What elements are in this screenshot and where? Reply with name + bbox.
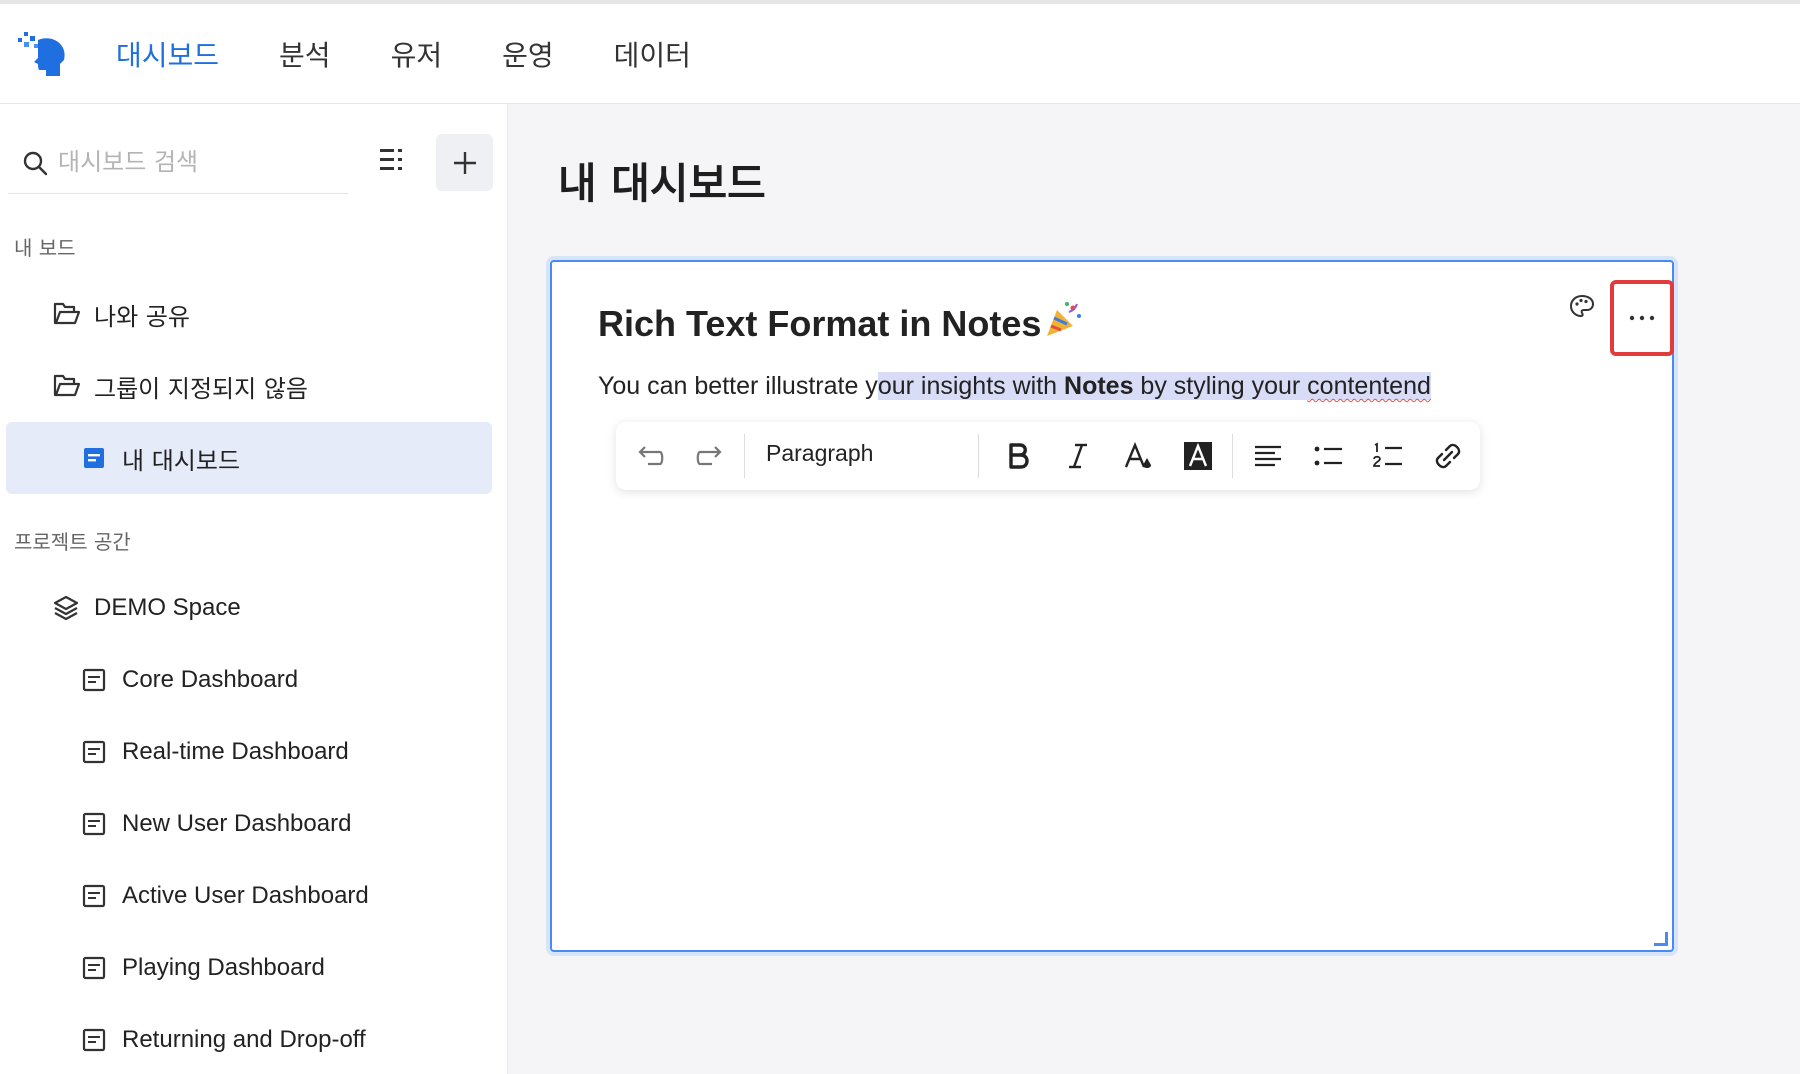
document-icon — [82, 1028, 106, 1052]
sidebar-item-label: 나와 공유 — [94, 302, 190, 331]
sidebar: 내 보드 나와 공유 그룹이 지정되지 않음 내 대시보드 프로젝트 공간 DE… — [0, 104, 508, 1074]
sidebar-item-label: Returning and Drop-off — [122, 1026, 366, 1053]
party-popper-icon — [1047, 302, 1082, 336]
section-project-space: 프로젝트 공간 — [14, 530, 131, 554]
redo-icon — [696, 446, 722, 466]
nav-item-analysis[interactable]: 분석 — [279, 34, 331, 74]
dashboard-search — [8, 130, 348, 194]
more-icon — [1629, 315, 1655, 321]
sidebar-item-realtime-dashboard[interactable]: Real-time Dashboard — [80, 716, 349, 788]
document-icon — [82, 812, 106, 836]
document-icon — [82, 884, 106, 908]
link-icon — [1435, 443, 1461, 469]
bold-button[interactable] — [998, 436, 1038, 476]
dashboard-icon — [84, 448, 104, 468]
sidebar-item-new-user-dashboard[interactable]: New User Dashboard — [80, 788, 351, 860]
layers-icon — [53, 595, 79, 621]
add-dashboard-button[interactable] — [436, 134, 493, 191]
sidebar-item-core-dashboard[interactable]: Core Dashboard — [80, 644, 298, 716]
note-card[interactable]: Rich Text Format in Notes You can better… — [550, 260, 1674, 952]
italic-button[interactable] — [1058, 436, 1098, 476]
list-view-icon[interactable] — [372, 140, 412, 180]
undo-button[interactable] — [630, 436, 670, 476]
italic-icon — [1069, 443, 1087, 469]
nav-item-dashboard[interactable]: 대시보드 — [116, 34, 219, 74]
toolbar-divider — [978, 434, 979, 478]
toolbar-divider — [744, 434, 745, 478]
note-text-bold: Notes — [1064, 372, 1134, 400]
sidebar-item-active-user-dashboard[interactable]: Active User Dashboard — [80, 860, 369, 932]
note-text-selected: our insights with Notes by styling your … — [877, 372, 1431, 400]
palette-icon — [1569, 294, 1595, 318]
palette-button[interactable] — [1560, 284, 1604, 328]
bullet-list-button[interactable] — [1308, 436, 1348, 476]
sidebar-item-ungrouped[interactable]: 그룹이 지정되지 않음 — [52, 350, 308, 422]
block-style-select[interactable]: Paragraph — [766, 440, 873, 467]
page-title: 내 대시보드 — [558, 159, 766, 208]
text-color-icon — [1124, 441, 1151, 468]
document-icon — [82, 956, 106, 980]
bullet-list-icon — [1314, 446, 1342, 466]
sidebar-item-label: 내 대시보드 — [122, 446, 241, 475]
sidebar-item-label: Real-time Dashboard — [122, 738, 349, 765]
note-text-plain: You can better illustrate y — [598, 372, 878, 400]
sidebar-item-demo-space[interactable]: DEMO Space — [52, 572, 241, 644]
numbered-list-button[interactable] — [1368, 436, 1408, 476]
note-title[interactable]: Rich Text Format in Notes — [598, 300, 1083, 345]
document-icon — [82, 740, 106, 764]
search-icon — [23, 151, 48, 176]
redo-button[interactable] — [690, 436, 730, 476]
link-button[interactable] — [1428, 436, 1468, 476]
nav-item-operations[interactable]: 운영 — [502, 34, 554, 74]
note-text-selected-1: our insights with — [877, 372, 1065, 400]
sidebar-item-label: New User Dashboard — [122, 810, 352, 837]
plus-icon — [453, 151, 476, 174]
section-my-boards: 내 보드 — [14, 236, 76, 260]
sidebar-item-playing-dashboard[interactable]: Playing Dashboard — [80, 932, 325, 1004]
numbered-list-icon — [1373, 442, 1402, 467]
rich-text-toolbar: Paragraph — [616, 422, 1480, 490]
sidebar-item-label: Core Dashboard — [122, 666, 299, 693]
highlight-button[interactable] — [1178, 436, 1218, 476]
sidebar-item-shared-with-me[interactable]: 나와 공유 — [52, 278, 190, 350]
sidebar-item-returning-dropoff[interactable]: Returning and Drop-off — [80, 1004, 366, 1074]
note-title-text: Rich Text Format in Notes — [598, 303, 1042, 344]
note-text-selected-2: by styling your — [1133, 372, 1308, 400]
main-nav: 대시보드 분석 유저 운영 데이터 — [116, 4, 751, 104]
highlight-icon — [1184, 442, 1212, 470]
align-left-icon — [1255, 445, 1281, 467]
folder-icon — [53, 302, 80, 325]
top-bar: 대시보드 분석 유저 운영 데이터 — [0, 0, 1800, 104]
align-button[interactable] — [1248, 436, 1288, 476]
text-color-button[interactable] — [1118, 436, 1158, 476]
undo-icon — [638, 446, 664, 466]
resize-handle[interactable] — [1654, 932, 1668, 946]
document-icon — [82, 668, 106, 692]
sidebar-item-my-dashboard[interactable]: 내 대시보드 — [6, 422, 492, 494]
more-options-button[interactable] — [1610, 280, 1674, 356]
nav-item-users[interactable]: 유저 — [391, 34, 443, 74]
logo-icon[interactable] — [18, 30, 70, 82]
sidebar-item-label: DEMO Space — [94, 594, 241, 621]
bold-icon — [1009, 443, 1029, 469]
search-input[interactable] — [58, 142, 338, 182]
sidebar-item-label: 그룹이 지정되지 않음 — [94, 374, 308, 403]
note-text-misspelled: contentend — [1307, 372, 1431, 400]
nav-item-data[interactable]: 데이터 — [614, 34, 691, 74]
toolbar-divider — [1232, 434, 1233, 478]
sidebar-item-label: Playing Dashboard — [122, 954, 325, 981]
note-body[interactable]: You can better illustrate your insights … — [598, 372, 1431, 401]
sidebar-item-label: Active User Dashboard — [122, 882, 369, 909]
folder-icon — [53, 374, 80, 397]
